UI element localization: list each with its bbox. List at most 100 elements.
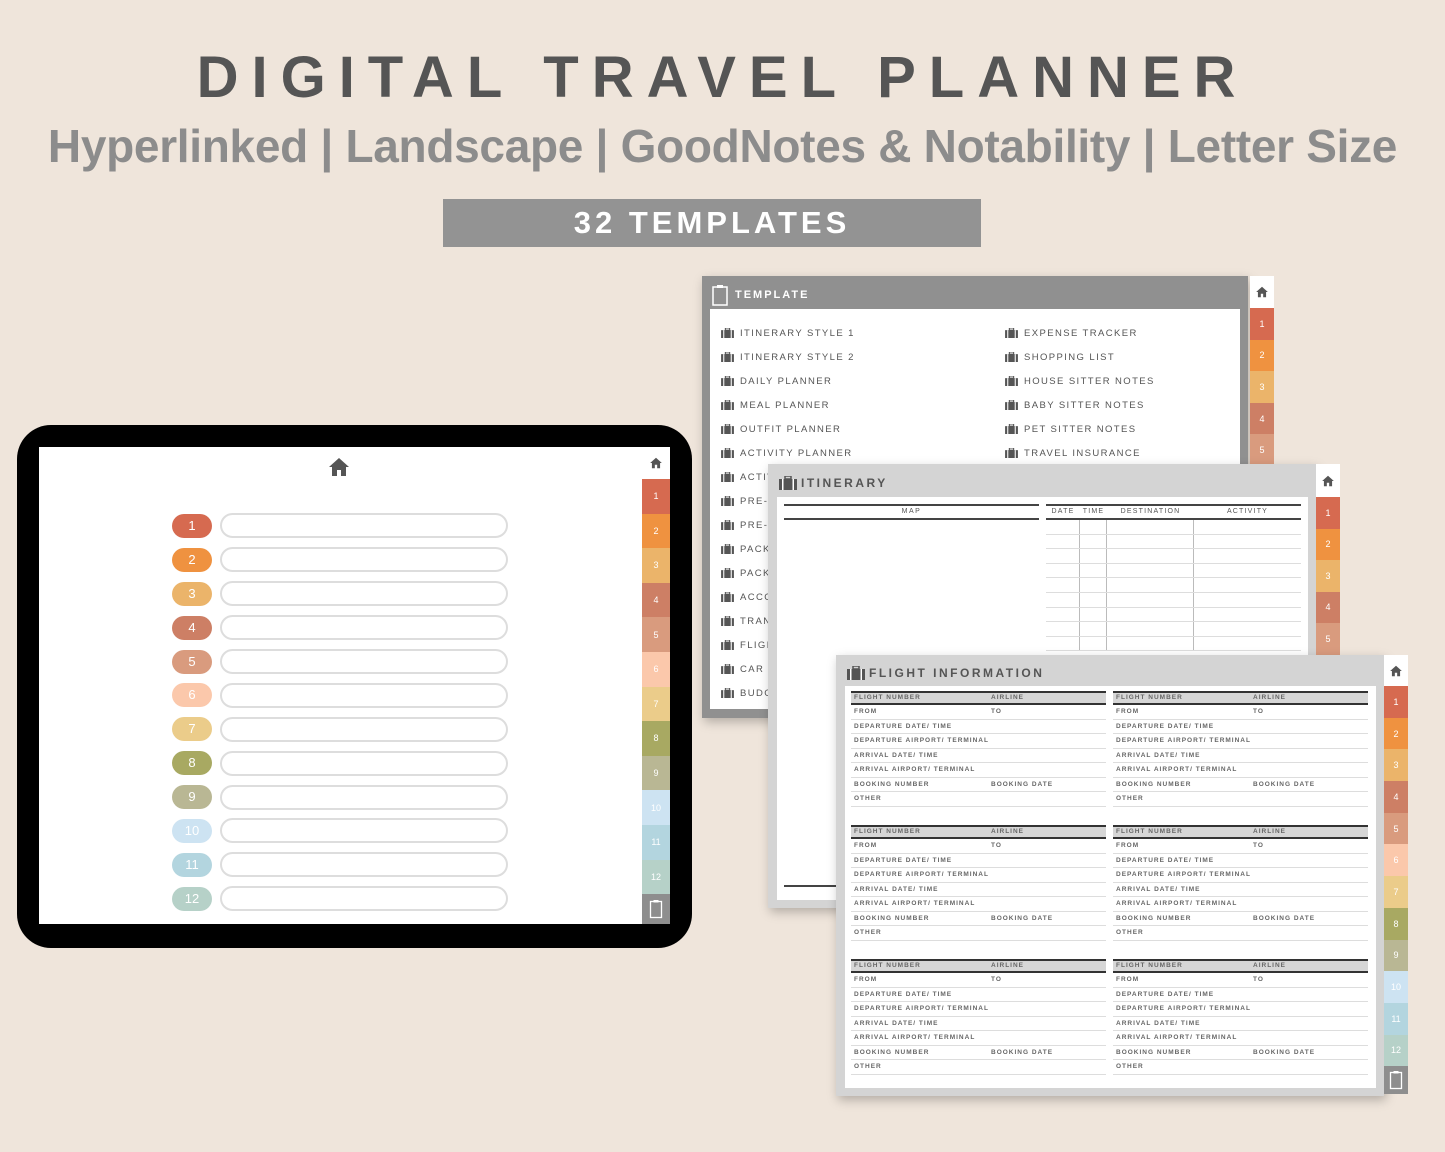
home-tab[interactable] [1384,655,1408,686]
flight-field-row[interactable]: ARRIVAL AIRPORT/ TERMINAL [851,1031,1106,1046]
tab-12[interactable]: 12 [642,859,670,895]
flight-header-row[interactable]: FLIGHT NUMBER AIRLINE [851,959,1106,973]
tab-name-field[interactable] [220,750,508,776]
flight-header-row[interactable]: FLIGHT NUMBER AIRLINE [1113,825,1368,839]
tab-1[interactable]: 1 [1384,686,1408,718]
itinerary-row[interactable] [1046,534,1301,550]
tab-4[interactable]: 4 [1316,591,1340,623]
tab-3[interactable]: 3 [1250,371,1274,403]
tab-8[interactable]: 8 [642,721,670,756]
tab-7[interactable]: 7 [642,686,670,722]
tab-number-pill[interactable]: 10 [172,818,212,843]
flight-field-row[interactable]: DEPARTURE AIRPORT/ TERMINAL [1113,868,1368,883]
itinerary-row[interactable] [1046,622,1301,637]
tab-name-field[interactable] [220,581,508,607]
itinerary-row[interactable] [1046,549,1301,564]
template-link[interactable]: DAILY PLANNER [721,369,855,393]
tab-number-pill[interactable]: 2 [172,547,212,572]
tab-6[interactable]: 6 [1384,844,1408,877]
template-tab[interactable] [642,894,670,925]
flight-field-row[interactable]: DEPARTURE AIRPORT/ TERMINAL [1113,734,1368,749]
flight-field-row[interactable]: FROM TO [851,705,1106,720]
tab-number-pill[interactable]: 5 [172,649,212,674]
flight-field-row[interactable]: DEPARTURE DATE/ TIME [1113,720,1368,734]
template-tab[interactable] [1384,1066,1408,1095]
flight-field-row[interactable]: ARRIVAL AIRPORT/ TERMINAL [1113,763,1368,778]
tab-number-pill[interactable]: 4 [172,615,212,640]
tab-number-pill[interactable]: 9 [172,785,212,810]
template-link[interactable]: ITINERARY STYLE 2 [721,345,855,369]
template-link[interactable]: MEAL PLANNER [721,393,855,417]
itinerary-row[interactable] [1046,607,1301,623]
flight-field-row[interactable]: FROM TO [1113,973,1368,988]
tab-1[interactable]: 1 [642,479,670,514]
home-tab[interactable] [1316,464,1340,497]
tab-number-pill[interactable]: 6 [172,683,212,708]
tab-11[interactable]: 11 [642,824,670,860]
tab-name-field[interactable] [220,886,508,912]
tab-4[interactable]: 4 [642,582,670,618]
tab-1[interactable]: 1 [1316,497,1340,529]
tab-5[interactable]: 5 [642,617,670,652]
itinerary-row[interactable] [1046,578,1301,593]
tab-number-pill[interactable]: 12 [172,886,212,911]
flight-field-row[interactable]: DEPARTURE DATE/ TIME [1113,988,1368,1002]
tab-name-field[interactable] [220,818,508,844]
flight-field-row[interactable]: BOOKING NUMBER BOOKING DATE [851,912,1106,926]
flight-field-row[interactable]: FROM TO [851,839,1106,854]
flight-header-row[interactable]: FLIGHT NUMBER AIRLINE [1113,959,1368,973]
flight-header-row[interactable]: FLIGHT NUMBER AIRLINE [1113,691,1368,705]
flight-field-row[interactable]: FROM TO [1113,839,1368,854]
tab-3[interactable]: 3 [642,548,670,583]
flight-field-row[interactable]: BOOKING NUMBER BOOKING DATE [1113,912,1368,926]
flight-field-row[interactable]: ARRIVAL DATE/ TIME [1113,883,1368,897]
tab-2[interactable]: 2 [642,513,670,549]
tab-number-pill[interactable]: 7 [172,717,212,742]
tab-4[interactable]: 4 [1384,781,1408,813]
flight-header-row[interactable]: FLIGHT NUMBER AIRLINE [851,825,1106,839]
itinerary-row[interactable] [1046,520,1301,535]
template-link[interactable]: OUTFIT PLANNER [721,417,855,441]
flight-field-row[interactable]: ARRIVAL DATE/ TIME [1113,749,1368,763]
flight-field-row[interactable]: ARRIVAL DATE/ TIME [851,1017,1106,1031]
flight-field-row[interactable]: ARRIVAL DATE/ TIME [1113,1017,1368,1031]
flight-field-row[interactable]: OTHER [1113,926,1368,941]
flight-field-row[interactable]: DEPARTURE DATE/ TIME [851,988,1106,1002]
tab-name-field[interactable] [220,649,508,674]
flight-field-row[interactable]: DEPARTURE AIRPORT/ TERMINAL [851,868,1106,883]
flight-field-row[interactable]: DEPARTURE DATE/ TIME [851,854,1106,868]
template-link[interactable]: ACTIVITY PLANNER [721,441,855,465]
tab-9[interactable]: 9 [642,755,670,791]
tab-number-pill[interactable]: 3 [172,581,212,606]
tab-12[interactable]: 12 [1384,1034,1408,1067]
tab-3[interactable]: 3 [1316,560,1340,592]
template-link[interactable]: BABY SITTER NOTES [1005,393,1155,417]
tab-name-field[interactable] [220,513,508,539]
flight-field-row[interactable]: BOOKING NUMBER BOOKING DATE [1113,778,1368,792]
template-link[interactable]: EXPENSE TRACKER [1005,321,1155,345]
flight-field-row[interactable]: DEPARTURE AIRPORT/ TERMINAL [851,734,1106,749]
flight-field-row[interactable]: OTHER [851,1060,1106,1075]
flight-field-row[interactable]: ARRIVAL AIRPORT/ TERMINAL [851,897,1106,912]
tab-2[interactable]: 2 [1250,339,1274,372]
flight-field-row[interactable]: OTHER [1113,1060,1368,1075]
flight-field-row[interactable]: DEPARTURE DATE/ TIME [1113,854,1368,868]
tab-name-field[interactable] [220,615,508,641]
tab-8[interactable]: 8 [1384,907,1408,940]
tab-name-field[interactable] [220,716,508,742]
home-icon[interactable] [327,455,351,479]
flight-field-row[interactable]: BOOKING NUMBER BOOKING DATE [851,1046,1106,1060]
tab-9[interactable]: 9 [1384,939,1408,972]
tab-6[interactable]: 6 [642,651,670,687]
tab-name-field[interactable] [220,547,508,573]
flight-header-row[interactable]: FLIGHT NUMBER AIRLINE [851,691,1106,705]
itinerary-row[interactable] [1046,563,1301,579]
flight-field-row[interactable]: ARRIVAL DATE/ TIME [851,749,1106,763]
flight-field-row[interactable]: ARRIVAL AIRPORT/ TERMINAL [851,763,1106,778]
template-link[interactable]: SHOPPING LIST [1005,345,1155,369]
tab-number-pill[interactable]: 8 [172,751,212,776]
tab-11[interactable]: 11 [1384,1002,1408,1035]
flight-field-row[interactable]: DEPARTURE AIRPORT/ TERMINAL [1113,1002,1368,1017]
tab-10[interactable]: 10 [642,790,670,825]
flight-field-row[interactable]: ARRIVAL AIRPORT/ TERMINAL [1113,1031,1368,1046]
